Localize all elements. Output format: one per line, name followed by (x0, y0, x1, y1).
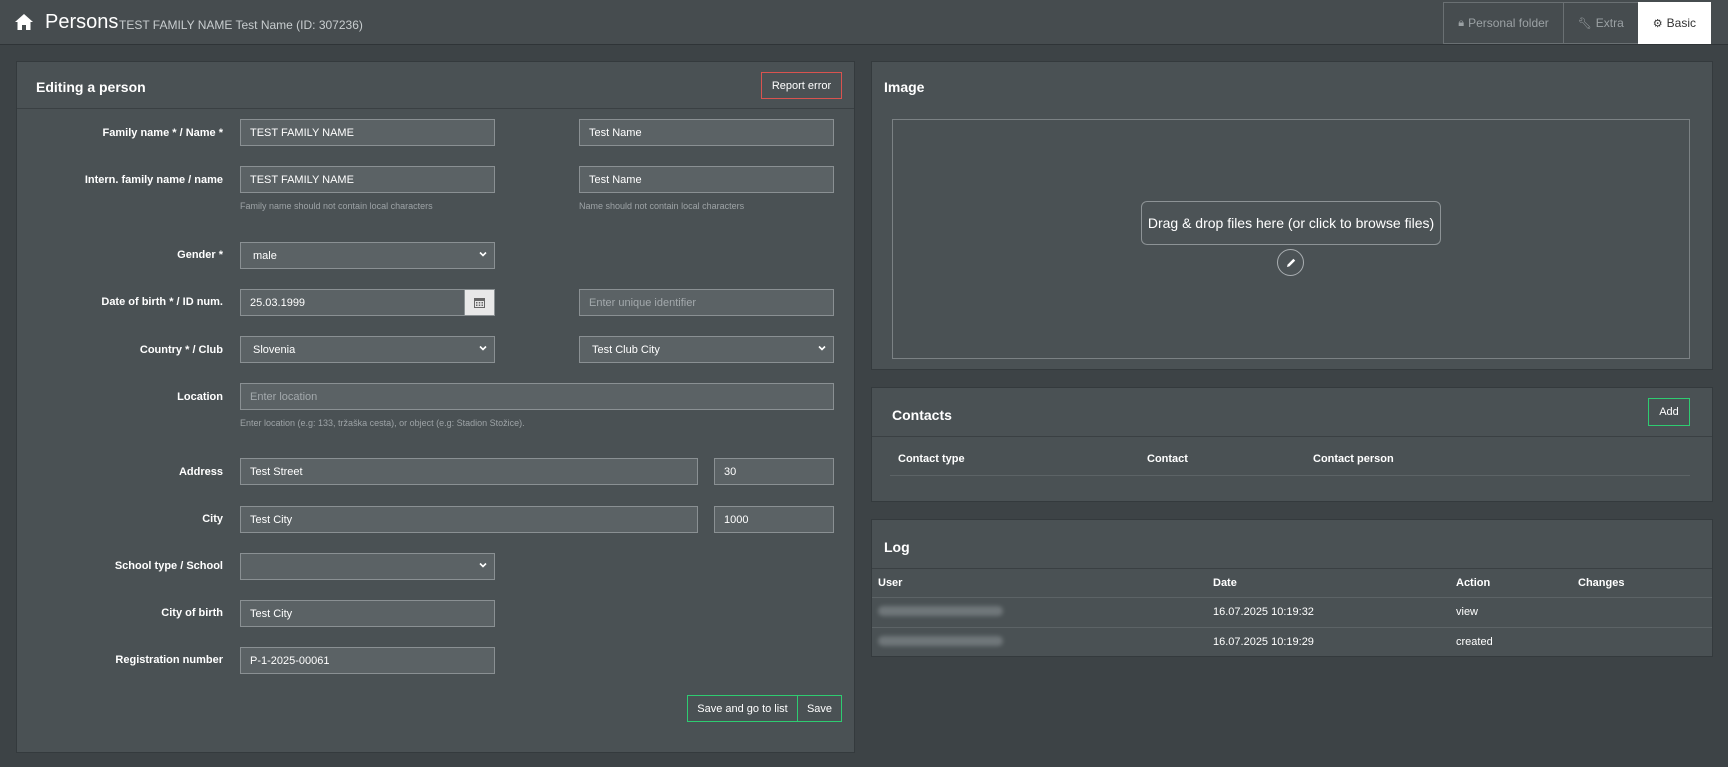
tab-label: Basic (1666, 16, 1696, 30)
location-label: Location (177, 391, 223, 403)
tab-label: Personal folder (1468, 16, 1549, 30)
dropzone-message[interactable]: Drag & drop files here (or click to brow… (1141, 201, 1441, 245)
club-value: Test Club City (592, 343, 660, 356)
log-col-date: Date (1213, 577, 1237, 589)
gear-icon: ⚙︎ (1652, 17, 1663, 30)
wrench-icon: 🔧︎ (1577, 17, 1592, 30)
save-and-list-button[interactable]: Save and go to list (687, 695, 798, 722)
redacted-user (878, 606, 1003, 616)
log-col-user: User (878, 577, 903, 589)
tab-personal-folder[interactable]: 🔒︎ Personal folder (1443, 2, 1564, 44)
log-date: 16.07.2025 10:19:32 (1213, 606, 1314, 618)
panel-title: Editing a person (36, 79, 146, 95)
registration-label: Registration number (115, 654, 223, 666)
top-bar: Persons TEST FAMILY NAME Test Name (ID: … (0, 0, 1728, 45)
address-label: Address (178, 466, 223, 478)
log-header-divider (872, 597, 1712, 598)
intern-family-name-input[interactable]: TEST FAMILY NAME (240, 166, 495, 193)
redacted-user (878, 636, 1003, 646)
save-button[interactable]: Save (797, 695, 842, 722)
city-label: City (202, 513, 223, 525)
panel-header: Image (872, 62, 1712, 109)
panel-title: Image (884, 79, 925, 95)
street-input[interactable]: Test Street (240, 458, 698, 485)
log-date: 16.07.2025 10:19:29 (1213, 636, 1314, 648)
intern-name-label: Intern. family name / name (84, 174, 223, 186)
gender-value: male (253, 249, 277, 262)
contacts-col-contact: Contact (1147, 453, 1188, 465)
dob-input[interactable]: 25.03.1999 (240, 289, 465, 316)
intern-name-input[interactable]: Test Name (579, 166, 834, 193)
name-input[interactable]: Test Name (579, 119, 834, 146)
family-name-hint: Family name should not contain local cha… (240, 201, 433, 211)
chevron-down-icon (479, 345, 487, 351)
contacts-col-person: Contact person (1313, 453, 1394, 465)
name-hint: Name should not contain local characters (579, 201, 745, 211)
id-number-input[interactable]: Enter unique identifier (579, 289, 834, 316)
school-select[interactable] (240, 553, 495, 580)
school-label: School type / School (114, 560, 223, 572)
edit-image-button[interactable] (1277, 249, 1304, 276)
name-label: Family name * / Name * (102, 127, 223, 139)
log-col-action: Action (1456, 577, 1491, 589)
chevron-down-icon (479, 562, 487, 568)
tab-extra[interactable]: 🔧︎ Extra (1562, 2, 1639, 44)
contacts-panel: Contacts (871, 387, 1713, 502)
tab-label: Extra (1595, 16, 1624, 30)
chevron-down-icon (479, 251, 487, 257)
club-select[interactable]: Test Club City (579, 336, 834, 363)
gender-select[interactable]: male (240, 242, 495, 269)
postal-code-input[interactable]: 1000 (714, 506, 834, 533)
log-action: view (1456, 606, 1479, 618)
contacts-col-type: Contact type (898, 453, 965, 465)
city-of-birth-input[interactable]: Test City (240, 600, 495, 627)
gender-label: Gender * (177, 249, 223, 261)
location-hint: Enter location (e.g: 133, tržaška cesta)… (240, 418, 525, 428)
panel-header: Contacts (872, 388, 1712, 437)
house-number-input[interactable]: 30 (714, 458, 834, 485)
add-contact-button[interactable]: Add (1648, 398, 1690, 426)
log-row-divider (872, 627, 1712, 628)
panel-header: Log (872, 520, 1712, 569)
family-name-input[interactable]: TEST FAMILY NAME (240, 119, 495, 146)
panel-title: Log (884, 539, 910, 555)
log-col-changes: Changes (1578, 577, 1625, 589)
chevron-down-icon (818, 345, 826, 351)
calendar-button[interactable] (464, 289, 495, 316)
log-action: created (1456, 636, 1493, 648)
country-value: Slovenia (253, 343, 296, 356)
country-select[interactable]: Slovenia (240, 336, 495, 363)
country-label: Country * / Club (139, 344, 223, 356)
report-error-button[interactable]: Report error (761, 72, 842, 99)
home-icon[interactable] (14, 13, 34, 31)
tab-basic[interactable]: ⚙︎ Basic (1637, 2, 1711, 44)
tab-bar: 🔒︎ Personal folder 🔧︎ Extra ⚙︎ Basic (1443, 2, 1711, 44)
lock-icon: 🔒︎ (1458, 16, 1465, 29)
dob-label: Date of birth * / ID num. (101, 296, 223, 308)
pencil-icon (1286, 258, 1295, 267)
contacts-header-divider (890, 475, 1690, 476)
location-input[interactable]: Enter location (240, 383, 834, 410)
page-subtitle: TEST FAMILY NAME Test Name (ID: 307236) (119, 18, 363, 32)
panel-header: Editing a person (17, 62, 854, 109)
panel-title: Contacts (892, 407, 952, 423)
page-title: Persons (45, 11, 119, 33)
city-input[interactable]: Test City (240, 506, 698, 533)
registration-number-input[interactable]: P-1-2025-00061 (240, 647, 495, 674)
city-of-birth-label: City of birth (161, 607, 223, 619)
calendar-icon (474, 298, 485, 308)
